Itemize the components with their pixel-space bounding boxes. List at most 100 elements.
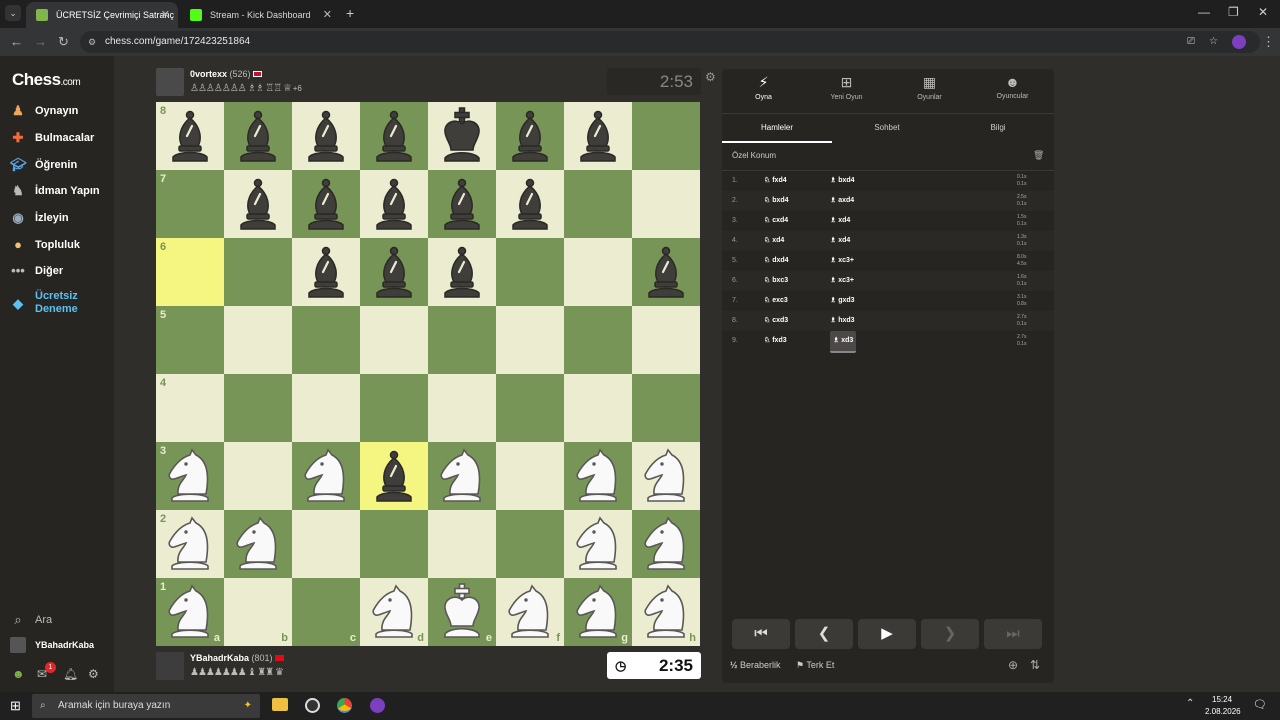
resign-button[interactable]: ⚑ Terk Et bbox=[796, 660, 834, 671]
square-c1[interactable]: c bbox=[292, 578, 360, 646]
black-move[interactable]: ♗ bxd4 bbox=[830, 171, 855, 191]
back-icon[interactable]: ← bbox=[10, 34, 23, 49]
square-c8[interactable] bbox=[292, 102, 360, 170]
white-move[interactable]: ♘ cxd4 bbox=[764, 211, 788, 231]
square-b7[interactable] bbox=[224, 170, 292, 238]
white-move[interactable]: ♘ exc3 bbox=[764, 291, 788, 311]
square-f4[interactable] bbox=[496, 374, 564, 442]
square-c6[interactable] bbox=[292, 238, 360, 306]
square-f2[interactable] bbox=[496, 510, 564, 578]
browser-menu-icon[interactable]: ⋮ bbox=[1262, 34, 1275, 50]
tray-chevron-icon[interactable]: ⌃ bbox=[1186, 698, 1194, 709]
square-f1[interactable]: f bbox=[496, 578, 564, 646]
black-move[interactable]: ♗ hxd3 bbox=[830, 311, 855, 331]
forward-move-button[interactable]: ❯ bbox=[921, 619, 979, 649]
square-a3[interactable]: 3 bbox=[156, 442, 224, 510]
sidebar-item-train[interactable]: ♞ İdman Yapın bbox=[10, 181, 99, 201]
sidebar-item-learn[interactable]: 🎓︎ Öğrenin bbox=[10, 155, 77, 175]
square-d6[interactable] bbox=[360, 238, 428, 306]
trash-icon[interactable]: 🗑︎ bbox=[1033, 150, 1044, 161]
square-a4[interactable]: 4 bbox=[156, 374, 224, 442]
tab-chat[interactable]: Sohbet bbox=[832, 113, 942, 143]
avatar[interactable] bbox=[156, 68, 184, 96]
app-icon[interactable] bbox=[370, 698, 385, 713]
tab-players[interactable]: ☻ Oyuncular bbox=[971, 69, 1054, 113]
reload-icon[interactable]: ↻ bbox=[58, 34, 69, 50]
add-game-icon[interactable]: ⊕ bbox=[1008, 658, 1018, 672]
square-a6[interactable]: 6 bbox=[156, 238, 224, 306]
black-move[interactable]: ♗ axd4 bbox=[830, 191, 854, 211]
square-a2[interactable]: 2 bbox=[156, 510, 224, 578]
square-b6[interactable] bbox=[224, 238, 292, 306]
flip-board-icon[interactable]: ⇅ bbox=[1030, 658, 1040, 672]
square-f5[interactable] bbox=[496, 306, 564, 374]
white-move[interactable]: ♘ fxd4 bbox=[764, 171, 787, 191]
square-e4[interactable] bbox=[428, 374, 496, 442]
black-move[interactable]: ♗ xd4 bbox=[830, 211, 850, 231]
white-move[interactable]: ♘ xd4 bbox=[764, 231, 784, 251]
square-e3[interactable] bbox=[428, 442, 496, 510]
square-g4[interactable] bbox=[564, 374, 632, 442]
avatar[interactable] bbox=[156, 652, 184, 680]
tab-info[interactable]: Bilgi bbox=[942, 113, 1054, 143]
square-g6[interactable] bbox=[564, 238, 632, 306]
minimize-button[interactable]: — bbox=[1198, 5, 1210, 19]
square-h4[interactable] bbox=[632, 374, 700, 442]
window-close-button[interactable]: ✕ bbox=[1258, 5, 1268, 19]
square-h7[interactable] bbox=[632, 170, 700, 238]
square-c7[interactable] bbox=[292, 170, 360, 238]
square-b1[interactable]: b bbox=[224, 578, 292, 646]
file-explorer-icon[interactable] bbox=[272, 698, 288, 711]
square-d4[interactable] bbox=[360, 374, 428, 442]
white-move[interactable]: ♘ dxd4 bbox=[764, 251, 789, 271]
square-e7[interactable] bbox=[428, 170, 496, 238]
square-f8[interactable] bbox=[496, 102, 564, 170]
square-g5[interactable] bbox=[564, 306, 632, 374]
square-d3[interactable] bbox=[360, 442, 428, 510]
square-c5[interactable] bbox=[292, 306, 360, 374]
windows-start-icon[interactable]: ⊞ bbox=[10, 698, 21, 714]
bookmark-star-icon[interactable]: ☆ bbox=[1209, 31, 1218, 53]
notification-center-icon[interactable]: 🗨︎ bbox=[1253, 698, 1267, 711]
square-g2[interactable] bbox=[564, 510, 632, 578]
tab-new-game[interactable]: ⊞ Yeni Oyun bbox=[805, 69, 888, 113]
square-b2[interactable] bbox=[224, 510, 292, 578]
square-d7[interactable] bbox=[360, 170, 428, 238]
black-move[interactable]: ♗ xc3+ bbox=[830, 271, 854, 291]
bell-icon[interactable]: 🔔︎ bbox=[63, 667, 78, 681]
tab-play[interactable]: ⚡︎ Oyna bbox=[722, 69, 805, 113]
chrome-icon[interactable] bbox=[337, 698, 352, 713]
white-move[interactable]: ♘ cxd3 bbox=[764, 311, 788, 331]
sidebar-item-play[interactable]: ♟ Oynayın bbox=[10, 101, 78, 121]
square-h5[interactable] bbox=[632, 306, 700, 374]
obs-icon[interactable] bbox=[305, 698, 320, 713]
white-move[interactable]: ♘ bxc3 bbox=[764, 271, 788, 291]
tab-kick[interactable]: Stream - Kick Dashboard ✕ bbox=[180, 2, 340, 28]
sidebar-item-puzzles[interactable]: ✚ Bulmacalar bbox=[10, 128, 95, 148]
site-info-icon[interactable]: ⚙ bbox=[88, 31, 96, 53]
last-move-button[interactable]: ⏭ bbox=[984, 619, 1042, 649]
new-tab-button[interactable]: + bbox=[346, 5, 354, 21]
square-f6[interactable] bbox=[496, 238, 564, 306]
install-app-icon[interactable]: ⎚ bbox=[1187, 31, 1195, 53]
square-d1[interactable]: d bbox=[360, 578, 428, 646]
chess-logo[interactable]: Chess.com bbox=[12, 70, 81, 90]
square-e1[interactable]: e bbox=[428, 578, 496, 646]
taskbar-search-input[interactable]: ⌕ Aramak için buraya yazın ✦ bbox=[32, 694, 260, 718]
url-field[interactable]: ⚙ chess.com/game/172423251864 ⎚ ☆ bbox=[80, 31, 1260, 53]
square-e8[interactable] bbox=[428, 102, 496, 170]
square-b4[interactable] bbox=[224, 374, 292, 442]
board-settings-icon[interactable]: ⚙ bbox=[705, 70, 716, 84]
mail-icon[interactable]: ✉ 1 bbox=[37, 662, 56, 681]
sidebar-item-watch[interactable]: ◉ İzleyin bbox=[10, 208, 68, 228]
top-player-name[interactable]: 0vortexx (526) bbox=[190, 69, 263, 79]
square-b5[interactable] bbox=[224, 306, 292, 374]
clock-date[interactable]: 2.08.2026 bbox=[1205, 707, 1241, 716]
square-f3[interactable] bbox=[496, 442, 564, 510]
next-move-button[interactable]: ▶ bbox=[858, 619, 916, 649]
tab-moves[interactable]: Hamleler bbox=[722, 113, 832, 143]
square-f7[interactable] bbox=[496, 170, 564, 238]
previous-move-button[interactable]: ❮ bbox=[795, 619, 853, 649]
draw-button[interactable]: ½ Beraberlik bbox=[730, 660, 781, 670]
square-d5[interactable] bbox=[360, 306, 428, 374]
